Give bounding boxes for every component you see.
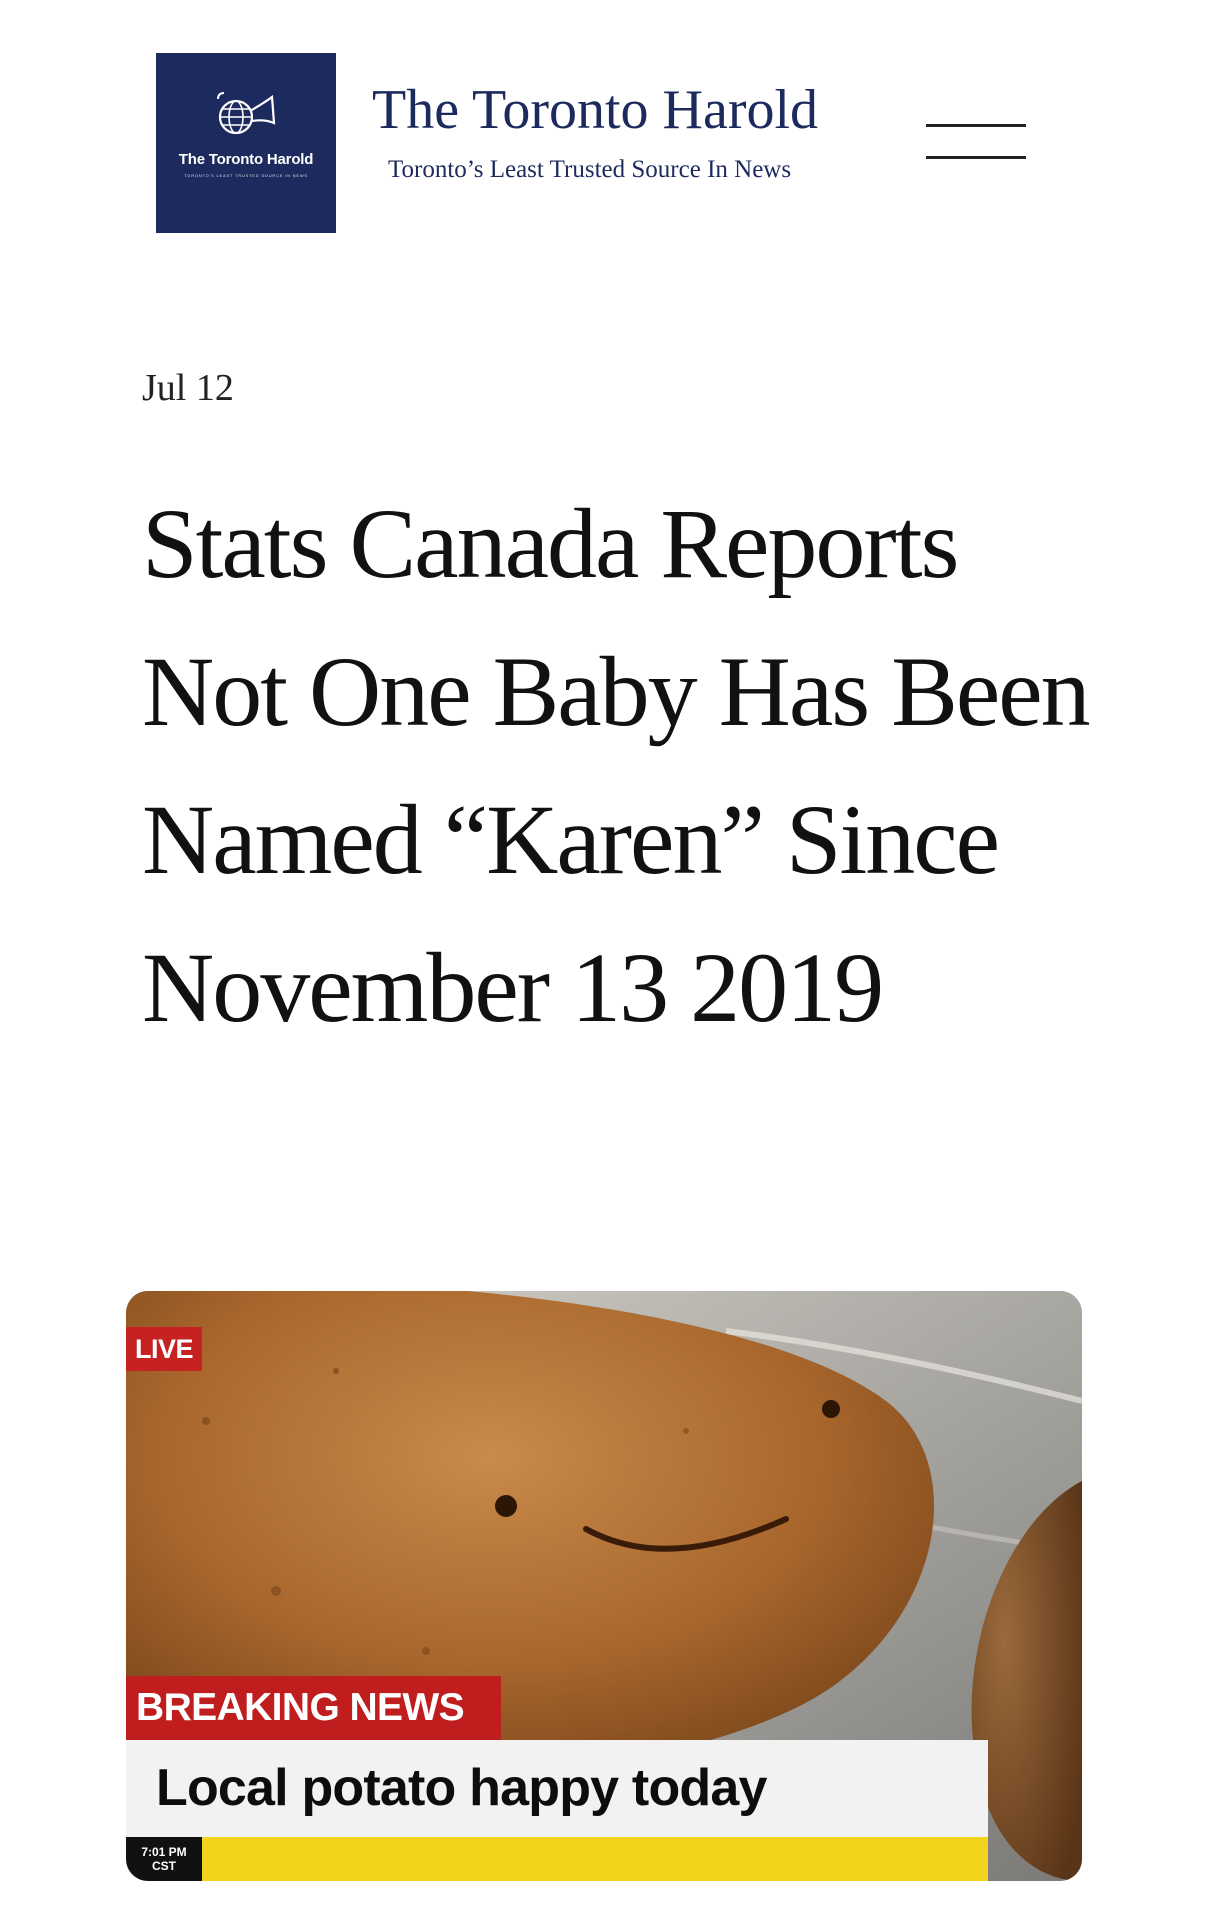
logo-name: The Toronto Harold (178, 151, 314, 168)
news-ticker-band (126, 1837, 988, 1881)
logo-tagline: Toronto's Least Trusted Source In News (184, 173, 308, 178)
live-badge: LIVE (126, 1327, 202, 1371)
horn-globe-icon (217, 92, 276, 135)
article-headline: Stats Canada Reports Not One Baby Has Be… (142, 488, 1091, 1043)
breaking-news-band: BREAKING NEWS (126, 1676, 501, 1740)
site-title[interactable]: The Toronto Harold (372, 82, 818, 138)
news-caption: Local potato happy today (126, 1740, 988, 1837)
site-logo[interactable]: The Toronto Harold Toronto's Least Trust… (156, 53, 336, 233)
article-image[interactable]: LIVE BREAKING NEWS Local potato happy to… (126, 1291, 1082, 1881)
menu-button[interactable] (926, 118, 1026, 162)
hamburger-menu-icon (926, 156, 1026, 159)
site-tagline: Toronto’s Least Trusted Source In News (388, 156, 792, 183)
clock-timezone: CST (152, 1859, 176, 1873)
clock-time: 7:01 PM (141, 1845, 187, 1859)
post-date: Jul 12 (142, 367, 234, 409)
hamburger-menu-icon (926, 124, 1026, 127)
broadcast-clock: 7:01 PM CST (126, 1837, 202, 1881)
